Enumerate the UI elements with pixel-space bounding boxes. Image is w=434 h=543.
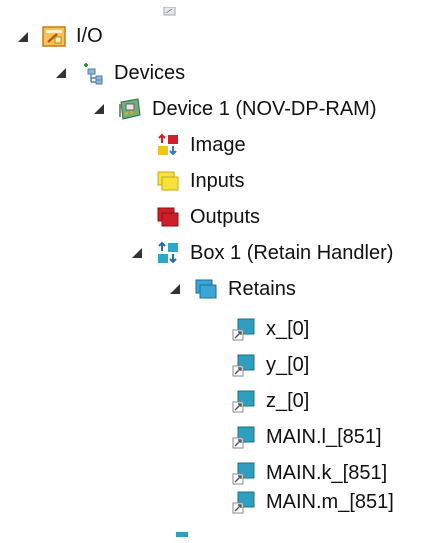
- device-card-icon: [118, 97, 142, 121]
- tree-node-retains[interactable]: Retains: [194, 271, 296, 307]
- variable-label: MAIN.k_[851]: [266, 462, 388, 484]
- retains-expander[interactable]: [169, 283, 181, 295]
- variable-link-icon: [232, 353, 256, 377]
- image-icon: [156, 133, 180, 157]
- tree-node-outputs[interactable]: Outputs: [156, 199, 260, 235]
- retains-icon: [194, 277, 218, 301]
- partial-item-icon-top: [163, 0, 177, 16]
- box1-expander[interactable]: [131, 247, 143, 259]
- tree-node-variable[interactable]: x_[0]: [232, 311, 309, 347]
- variable-link-icon: [232, 461, 256, 485]
- variable-label: x_[0]: [266, 318, 310, 340]
- tree-node-io[interactable]: I/O: [42, 18, 103, 54]
- tree-node-box1[interactable]: Box 1 (Retain Handler): [156, 235, 393, 271]
- variable-link-icon: [232, 490, 256, 514]
- tree-node-device1[interactable]: Device 1 (NOV-DP-RAM): [118, 91, 376, 127]
- variable-link-icon: [232, 317, 256, 341]
- image-label: Image: [190, 134, 246, 156]
- inputs-label: Inputs: [190, 170, 245, 192]
- devices-label: Devices: [114, 62, 186, 84]
- retains-label: Retains: [228, 278, 296, 300]
- tree-node-variable[interactable]: y_[0]: [232, 347, 309, 383]
- variable-link-icon: [232, 425, 256, 449]
- outputs-label: Outputs: [190, 206, 261, 228]
- tree-node-variable[interactable]: z_[0]: [232, 383, 309, 419]
- devices-icon: [80, 61, 104, 85]
- partial-item-icon-bottom: [175, 520, 189, 537]
- variable-label: MAIN.l_[851]: [266, 426, 382, 448]
- inputs-icon: [156, 169, 180, 193]
- tree-node-devices[interactable]: Devices: [80, 55, 185, 91]
- variable-link-icon: [232, 389, 256, 413]
- devices-expander[interactable]: [55, 67, 67, 79]
- box-icon: [156, 241, 180, 265]
- tree-node-image[interactable]: Image: [156, 127, 246, 163]
- io-expander[interactable]: [17, 31, 29, 43]
- variable-label: MAIN.m_[851]: [266, 491, 394, 513]
- device1-expander[interactable]: [93, 103, 105, 115]
- variable-label: y_[0]: [266, 354, 310, 376]
- tree-node-inputs[interactable]: Inputs: [156, 163, 244, 199]
- tree-node-variable[interactable]: MAIN.m_[851]: [232, 484, 394, 520]
- tree-node-variable[interactable]: MAIN.l_[851]: [232, 419, 382, 455]
- io-label: I/O: [76, 25, 103, 47]
- io-folder-icon: [42, 24, 66, 48]
- device1-label: Device 1 (NOV-DP-RAM): [152, 98, 377, 120]
- box1-label: Box 1 (Retain Handler): [190, 242, 394, 264]
- outputs-icon: [156, 205, 180, 229]
- variable-label: z_[0]: [266, 390, 310, 412]
